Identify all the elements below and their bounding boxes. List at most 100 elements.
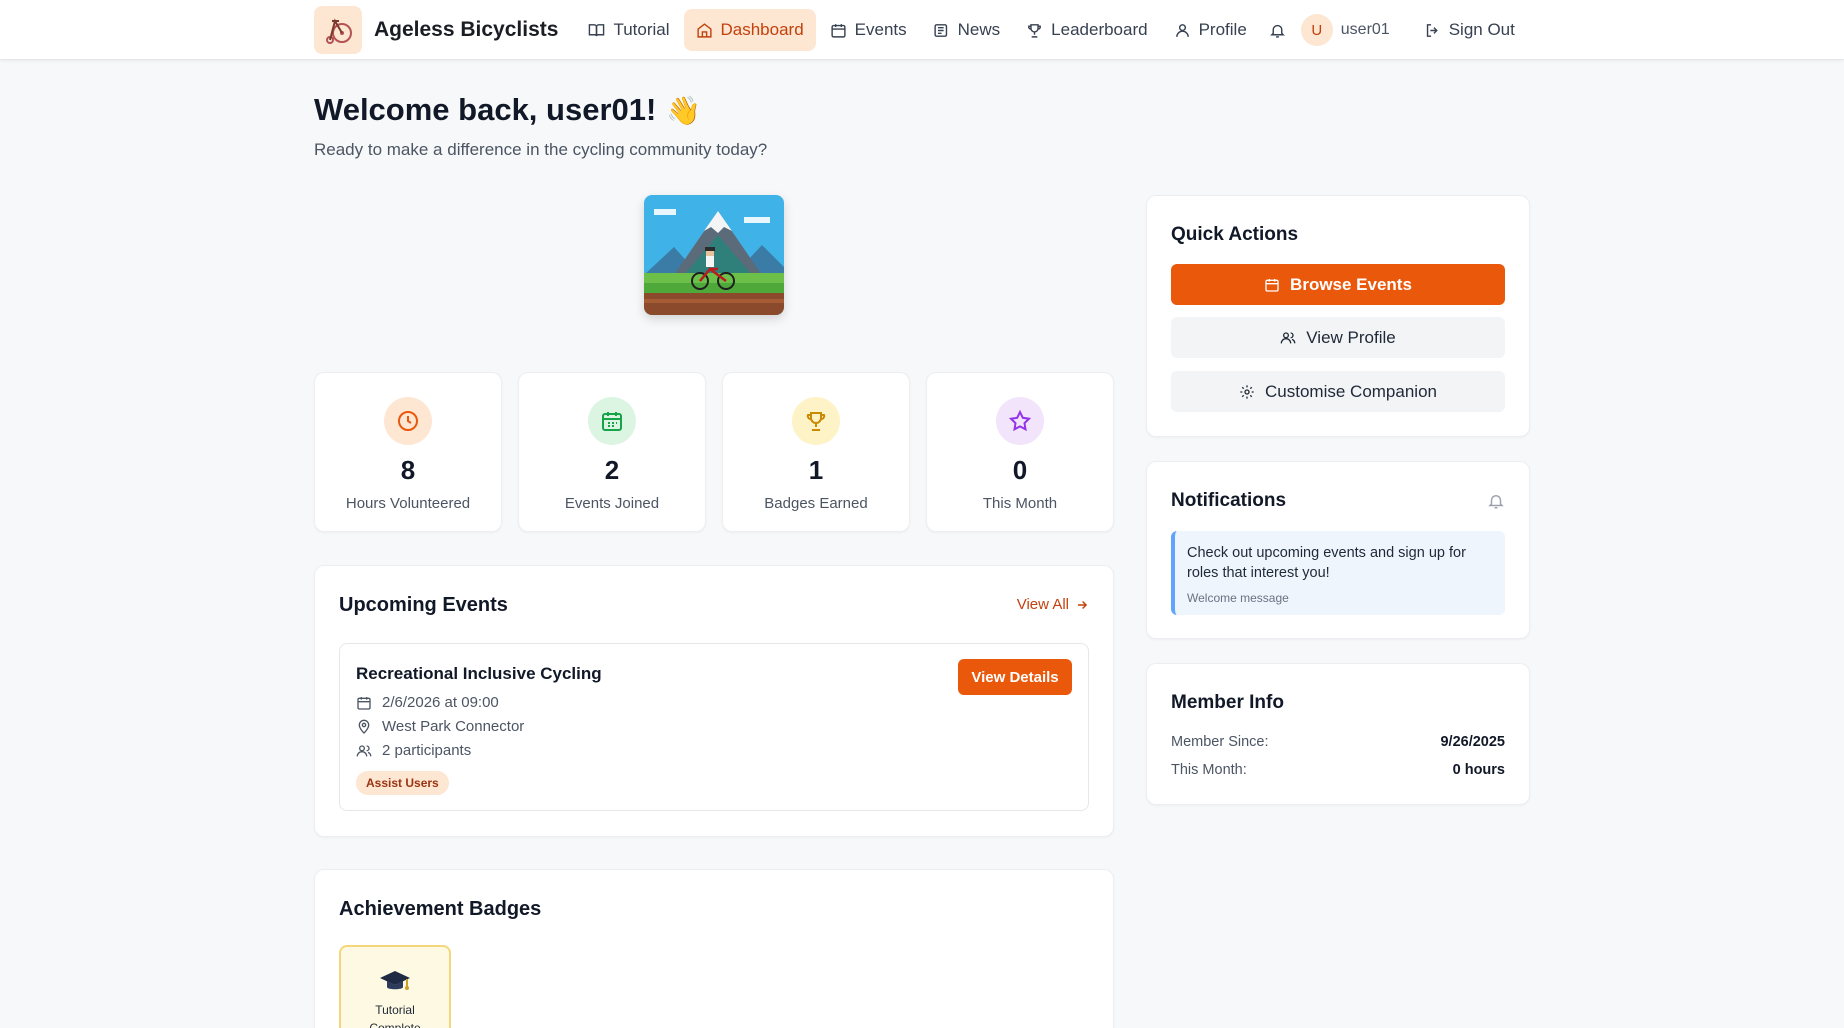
stat-value: 0 (1012, 455, 1028, 485)
member-info-card: Member Info Member Since: 9/26/2025 This… (1146, 663, 1530, 805)
avatar[interactable]: U (1300, 14, 1333, 46)
nav-profile[interactable]: Profile (1162, 9, 1259, 51)
this-month-row: This Month: 0 hours (1171, 762, 1505, 778)
achievement-badges-card: Achievement Badges Tutorial Complete (314, 869, 1114, 1028)
stat-label: Hours Volunteered (345, 495, 471, 512)
username: user01 (1340, 21, 1390, 38)
stat-this-month: 0 This Month (926, 372, 1114, 532)
nav-leaderboard[interactable]: Leaderboard (1014, 9, 1159, 51)
view-profile-button[interactable]: View Profile (1171, 317, 1505, 358)
brand-name[interactable]: Ageless Bicyclists (374, 18, 558, 42)
welcome-text: Welcome back, user01! (314, 92, 657, 127)
notifications-card: Notifications Check out upcoming events … (1146, 461, 1530, 639)
browse-events-button[interactable]: Browse Events (1171, 264, 1505, 305)
stat-label: This Month (982, 495, 1058, 512)
member-since-row: Member Since: 9/26/2025 (1171, 734, 1505, 750)
logo[interactable] (314, 6, 362, 54)
trophy-icon (806, 412, 826, 431)
page-title: Welcome back, user01! 👋 (314, 92, 701, 128)
stat-value: 1 (808, 455, 824, 485)
nav-tutorial-label: Tutorial (613, 20, 670, 39)
notification-text: Check out upcoming events and sign up fo… (1187, 545, 1466, 581)
badge-name: Tutorial Complete (369, 1003, 421, 1028)
calendar-icon (602, 412, 622, 431)
companion-image[interactable] (644, 195, 784, 315)
nav-events-label: Events (854, 20, 907, 39)
bicycle-logo-icon (326, 18, 352, 44)
notifications-title: Notifications (1171, 490, 1287, 511)
nav-inner: Ageless Bicyclists Tutorial Dashboard Ev… (314, 0, 1529, 60)
nav-tutorial[interactable]: Tutorial (576, 9, 681, 51)
nav-leaderboard-label: Leaderboard (1051, 20, 1148, 39)
view-all-link[interactable]: View All (1017, 596, 1089, 613)
event-datetime: 2/6/2026 at 09:00 (356, 694, 499, 711)
wave-emoji: 👋 (666, 94, 702, 126)
users-icon (1280, 331, 1296, 343)
home-icon (696, 22, 712, 38)
nav-events[interactable]: Events (818, 9, 919, 51)
role-badge: Assist Users (356, 771, 449, 795)
bell-icon (1270, 24, 1286, 38)
user-icon (1175, 23, 1189, 37)
member-info-title: Member Info (1171, 692, 1284, 713)
customise-companion-button[interactable]: Customise Companion (1171, 371, 1505, 412)
newspaper-icon (934, 23, 947, 37)
stat-events-joined: 2 Events Joined (518, 372, 706, 532)
quick-actions-card: Quick Actions Browse Events View Profile… (1146, 195, 1530, 437)
page-subtitle: Ready to make a difference in the cyclin… (314, 140, 768, 159)
stat-icon-wrap (588, 397, 636, 445)
nav-news-label: News (957, 20, 1001, 39)
nav-profile-label: Profile (1198, 20, 1247, 39)
nav-notifications-button[interactable] (1261, 9, 1295, 51)
upcoming-events-title: Upcoming Events (339, 594, 508, 616)
badge-tile[interactable]: Tutorial Complete (339, 945, 451, 1028)
map-pin-icon (358, 719, 370, 734)
this-month-value: 0 hours (1452, 762, 1505, 778)
stat-value: 2 (604, 455, 620, 485)
calendar-icon (357, 696, 371, 710)
stats-row: 8 Hours Volunteered 2 Events Joined 1 Ba… (314, 372, 1114, 532)
users-icon (356, 744, 372, 756)
browse-events-label: Browse Events (1290, 274, 1412, 294)
nav-news[interactable]: News (921, 9, 1013, 51)
this-month-label: This Month: (1171, 762, 1247, 778)
stat-icon-wrap (996, 397, 1044, 445)
event-location-text: West Park Connector (382, 718, 525, 735)
sign-out-label: Sign Out (1448, 20, 1515, 39)
calendar-icon (831, 23, 846, 38)
view-details-button[interactable]: View Details (958, 659, 1072, 695)
mountain-cyclist-illustration (644, 195, 784, 315)
nav-dashboard-label: Dashboard (720, 20, 804, 39)
book-icon (589, 23, 605, 36)
star-icon (1008, 409, 1032, 432)
graduation-cap-icon (380, 971, 410, 990)
stat-label: Badges Earned (764, 495, 868, 512)
member-since-label: Member Since: (1171, 734, 1269, 750)
view-all-label: View All (1016, 596, 1069, 613)
customise-companion-label: Customise Companion (1265, 381, 1437, 401)
stat-icon-wrap (384, 397, 432, 445)
event-participants: 2 participants (356, 742, 471, 759)
event-datetime-text: 2/6/2026 at 09:00 (382, 694, 499, 711)
event-participants-text: 2 participants (382, 742, 472, 759)
event-item[interactable]: Recreational Inclusive Cycling 2/6/2026 … (339, 643, 1089, 811)
calendar-icon (1265, 278, 1279, 292)
event-title: Recreational Inclusive Cycling (356, 664, 602, 683)
stat-hours-volunteered: 8 Hours Volunteered (314, 372, 502, 532)
arrow-right-icon (1077, 600, 1088, 609)
nav-dashboard[interactable]: Dashboard (683, 9, 816, 51)
sign-out-button[interactable]: Sign Out (1412, 9, 1527, 51)
notifications-bell[interactable] (1487, 492, 1505, 515)
view-profile-label: View Profile (1306, 327, 1396, 347)
notification-item[interactable]: Check out upcoming events and sign up fo… (1171, 531, 1505, 615)
top-nav: Ageless Bicyclists Tutorial Dashboard Ev… (0, 0, 1844, 60)
bell-icon (1488, 495, 1504, 509)
stat-label: Events Joined (564, 495, 660, 512)
event-location: West Park Connector (356, 718, 524, 735)
quick-actions-title: Quick Actions (1171, 224, 1299, 245)
clock-icon (398, 411, 418, 431)
trophy-icon (1028, 23, 1042, 38)
gear-icon (1240, 384, 1254, 399)
stat-icon-wrap (792, 397, 840, 445)
upcoming-events-card: Upcoming Events View All Recreational In… (314, 565, 1114, 837)
